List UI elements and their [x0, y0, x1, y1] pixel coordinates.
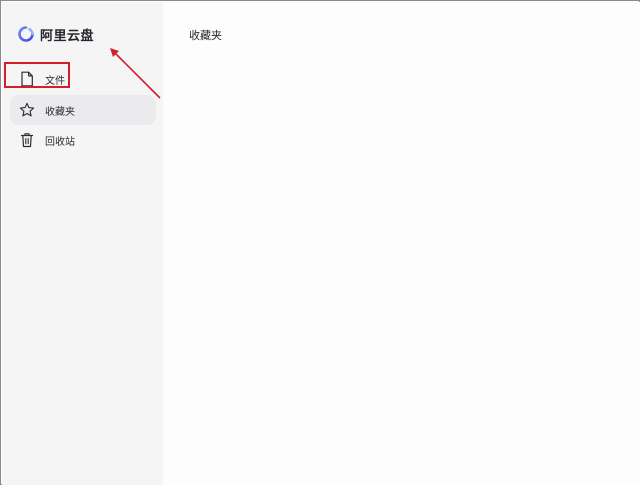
- annotation-arrow: [110, 48, 161, 99]
